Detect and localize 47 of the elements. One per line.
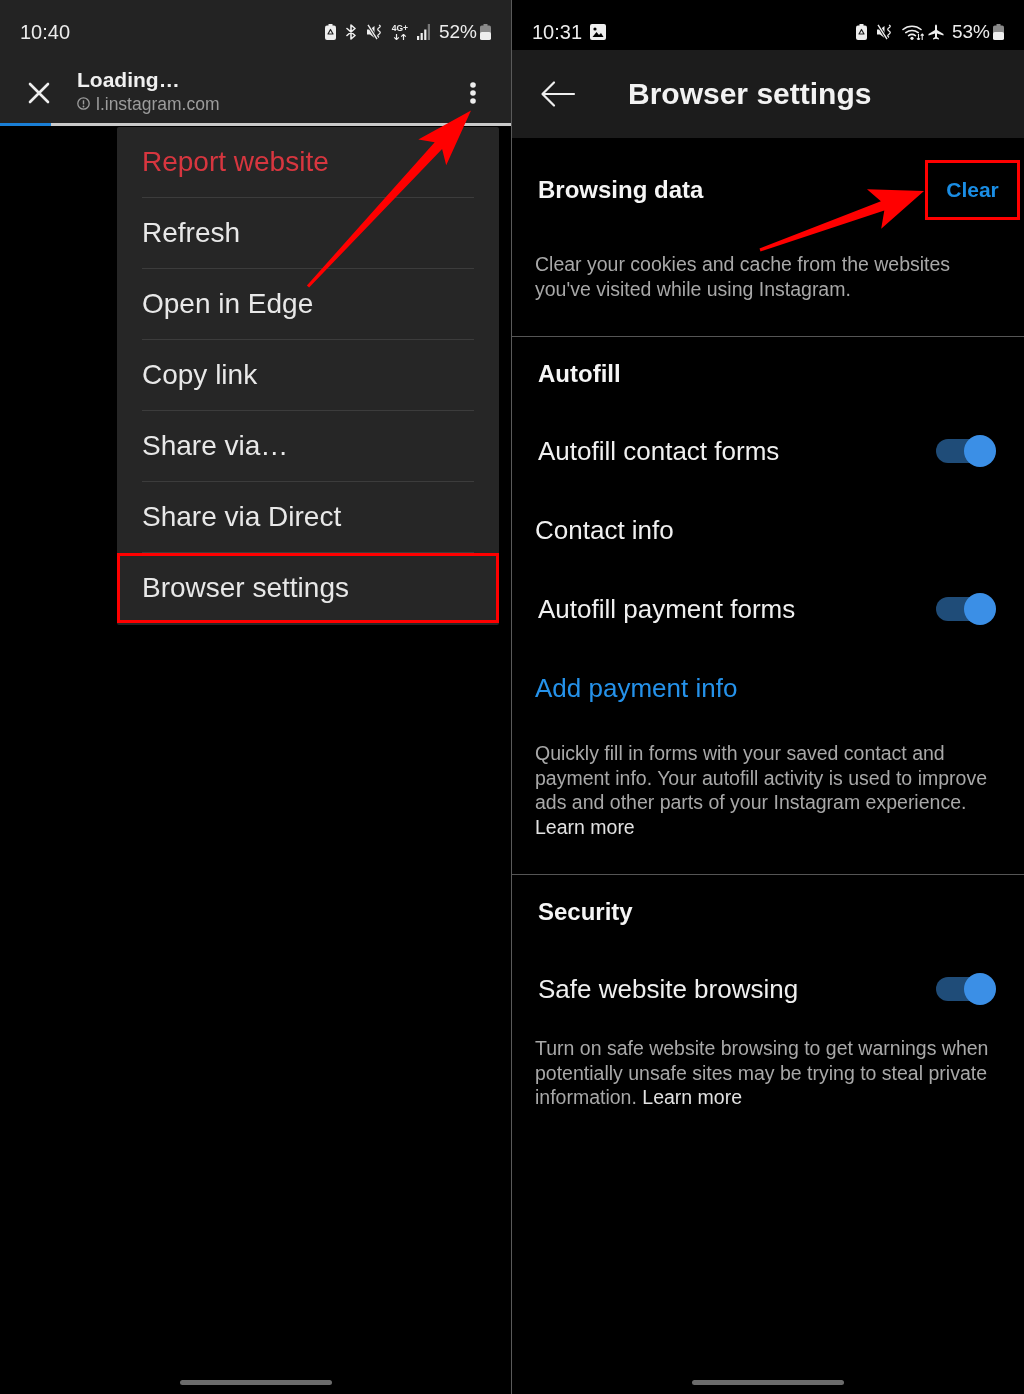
mute-icon [365, 24, 383, 40]
section-title: Browsing data [538, 175, 704, 205]
section-title: Security [538, 897, 633, 927]
setting-label: Autofill payment forms [538, 592, 796, 625]
signal-icon [416, 24, 431, 40]
page-url: l.instagram.com [96, 92, 220, 115]
toggle-switch[interactable] [936, 592, 996, 625]
menu-item[interactable]: Browser settings [117, 553, 499, 623]
section-description: Turn on safe website browsing to get warnings when potentially unsafe sites may be trying to steal private information. Learn more [535, 1036, 990, 1110]
toggle-switch[interactable] [936, 972, 996, 1005]
battery-saver-icon [855, 24, 867, 40]
menu-item[interactable]: Open in Edge [117, 269, 499, 339]
battery-icon [480, 24, 491, 40]
menu-item[interactable]: Refresh [117, 198, 499, 268]
section-description: Clear your cookies and cache from the websites you've visited while using Instagram. [535, 252, 952, 301]
section-description: Quickly fill in forms with your saved contact and payment info. Your autofill activity is used to improve ads and other parts of your Instagram experience. Learn more [535, 741, 988, 839]
info-icon [77, 97, 90, 110]
battery-icon [993, 24, 1004, 40]
menu-item[interactable]: Share via… [117, 411, 499, 481]
battery-saver-icon [324, 24, 336, 40]
status-time: 10:40 [20, 20, 71, 44]
settings-link[interactable]: Add payment info [535, 671, 738, 704]
menu-item[interactable]: Share via Direct [117, 482, 499, 552]
status-time: 10:31 [532, 20, 583, 44]
menu-item[interactable]: Copy link [117, 340, 499, 410]
bluetooth-icon [344, 24, 357, 40]
learn-more-link[interactable]: Learn more [642, 1086, 743, 1108]
toggle-switch[interactable] [936, 434, 996, 467]
more-icon [470, 81, 476, 104]
setting-label: Safe website browsing [538, 972, 799, 1005]
section-title: Autofill [538, 359, 621, 389]
text-button[interactable]: Clear [925, 160, 1020, 220]
battery-percent: 52% [438, 20, 477, 44]
screen-title: Browser settings [628, 76, 872, 112]
page-title: Loading… [77, 66, 181, 93]
back-arrow-icon [540, 80, 576, 108]
image-icon [590, 24, 607, 40]
close-icon [28, 81, 50, 104]
mute-icon [875, 24, 893, 40]
data-arrows-icon [392, 34, 407, 40]
airplane-icon [927, 24, 944, 40]
settings-item[interactable]: Contact info [535, 513, 674, 546]
setting-label: Autofill contact forms [538, 434, 780, 467]
battery-percent: 53% [951, 20, 990, 44]
network-type: 4G+ [391, 24, 408, 33]
wifi-icon [901, 24, 924, 40]
learn-more-link[interactable]: Learn more [535, 815, 635, 838]
